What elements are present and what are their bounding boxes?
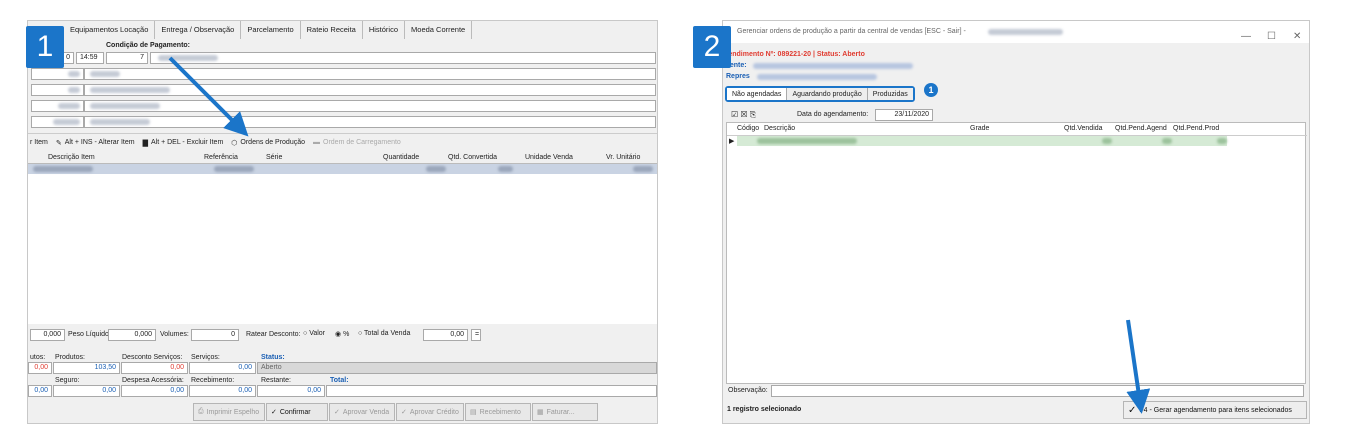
arrow-to-gerar [1126, 319, 1151, 414]
annotation-arrows [168, 56, 1151, 414]
arrow-to-ordens [168, 56, 249, 137]
